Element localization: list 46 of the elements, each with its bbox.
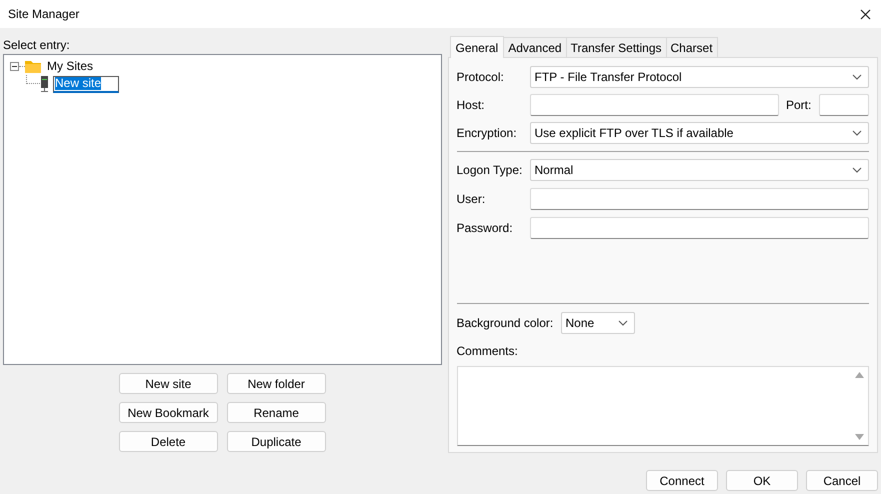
chevron-icon <box>852 130 862 136</box>
close-icon[interactable] <box>860 8 870 20</box>
dropdown[interactable]: Use explicit FTP over TLS if available <box>530 122 869 144</box>
rename-field[interactable]: New site <box>53 76 119 92</box>
tab[interactable]: Charset <box>666 37 718 57</box>
field-label: Host: <box>456 97 486 114</box>
dialog-button[interactable]: Connect <box>646 470 718 491</box>
tree-button[interactable]: New Bookmark <box>118 402 218 423</box>
field-label: Protocol: <box>456 69 505 86</box>
dialog-button[interactable]: OK <box>726 470 798 491</box>
scroll-down-icon[interactable] <box>855 434 864 440</box>
chevron-icon <box>852 167 862 173</box>
field-label: Background color: <box>456 315 554 332</box>
input-field[interactable] <box>819 94 869 116</box>
tree-button[interactable]: New folder <box>226 373 326 394</box>
chevron-icon <box>618 320 628 326</box>
tree-item[interactable]: My Sites <box>47 57 94 75</box>
field-label: User: <box>456 191 486 208</box>
folder-icon <box>25 60 41 72</box>
window-title: Site Manager <box>8 6 80 23</box>
dropdown[interactable]: Normal <box>530 159 869 181</box>
scroll-up-icon[interactable] <box>855 372 864 378</box>
comments-field[interactable] <box>456 366 869 446</box>
site-tree[interactable]: My Sites New site <box>3 54 442 365</box>
tab[interactable]: Advanced <box>504 37 567 57</box>
tree-button[interactable]: Delete <box>118 431 218 452</box>
dropdown[interactable]: None <box>560 312 634 334</box>
field-label: Password: <box>456 220 514 237</box>
field-label: Encryption: <box>456 125 518 142</box>
field-label: Logon Type: <box>456 162 524 179</box>
field-label: Comments: <box>456 343 518 360</box>
input-field[interactable] <box>530 94 779 116</box>
tab[interactable]: General <box>450 36 504 58</box>
tab[interactable]: Transfer Settings <box>566 37 667 57</box>
select-entry-label: Select entry: <box>3 37 70 54</box>
tree-button[interactable]: Duplicate <box>226 431 326 452</box>
chevron-icon <box>852 74 862 80</box>
input-field[interactable] <box>530 188 869 210</box>
dropdown[interactable]: FTP - File Transfer Protocol <box>530 66 869 88</box>
field-label: Port: <box>786 97 812 114</box>
server-icon <box>40 76 49 92</box>
dialog-button[interactable]: Cancel <box>806 470 878 491</box>
collapse-icon[interactable] <box>10 62 19 70</box>
input-field[interactable] <box>530 217 869 239</box>
tree-button[interactable]: Rename <box>226 402 326 423</box>
tree-button[interactable]: New site <box>118 373 218 394</box>
